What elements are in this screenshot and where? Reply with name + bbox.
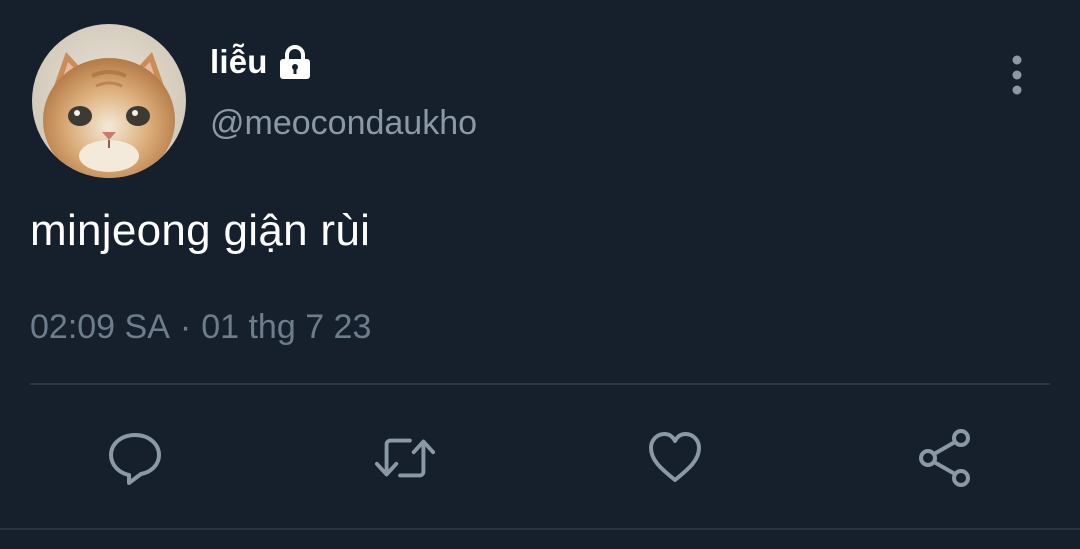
divider xyxy=(30,383,1050,385)
user-name-row[interactable]: liễu xyxy=(210,40,314,84)
tweet-timestamp[interactable]: 02:09 SA · 01 thg 7 23 xyxy=(30,308,371,347)
more-vertical-icon[interactable] xyxy=(1000,52,1034,98)
tweet-detail: liễu @meocondaukho minjeong giận rùi 02:… xyxy=(0,0,1080,549)
retweet-button[interactable] xyxy=(373,426,437,490)
avatar[interactable] xyxy=(32,24,186,178)
speech-bubble-icon xyxy=(109,433,161,485)
share-button[interactable] xyxy=(913,426,977,490)
tweet-text: minjeong giận rùi xyxy=(30,206,371,255)
user-handle[interactable]: @meocondaukho xyxy=(210,104,477,143)
lock-icon xyxy=(276,43,314,81)
display-name: liễu xyxy=(210,43,268,80)
retweet-icon xyxy=(374,438,436,478)
cat-photo-icon xyxy=(32,24,186,178)
share-icon xyxy=(919,429,970,487)
tweet-time: 02:09 SA xyxy=(30,308,170,346)
reply-button[interactable] xyxy=(103,426,167,490)
tweet-date: 01 thg 7 23 xyxy=(201,308,372,346)
divider xyxy=(0,528,1080,530)
heart-icon xyxy=(649,432,701,482)
timestamp-separator: · xyxy=(179,308,192,346)
like-button[interactable] xyxy=(643,426,707,490)
